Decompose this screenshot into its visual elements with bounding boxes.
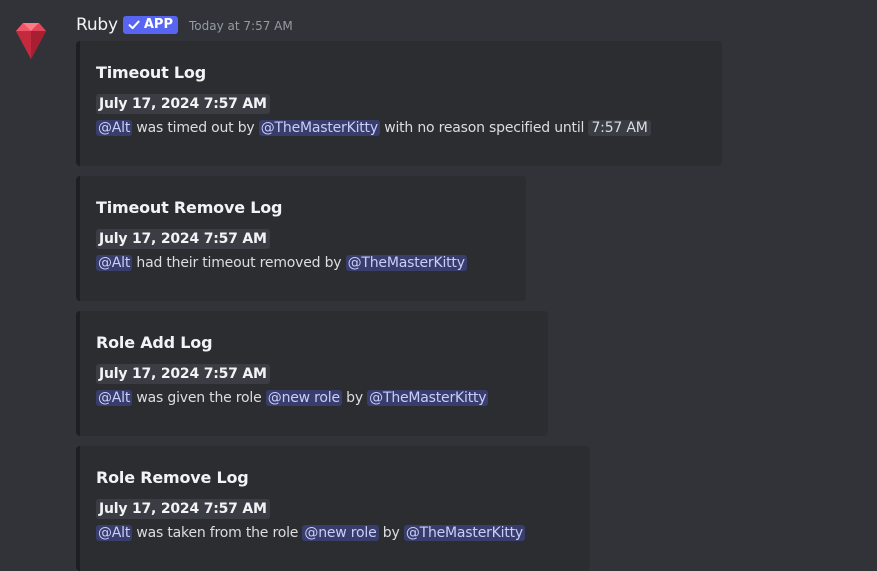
embed-title: Timeout Log xyxy=(96,63,206,82)
app-tag: APP xyxy=(122,16,178,34)
embed-date: July 17, 2024 7:57 AM xyxy=(96,499,270,519)
actor-mention[interactable]: @TheMasterKitty xyxy=(367,390,489,406)
embed-date: July 17, 2024 7:57 AM xyxy=(96,364,270,384)
role-mention[interactable]: @new role xyxy=(265,390,342,406)
embed-title: Timeout Remove Log xyxy=(96,198,283,217)
embed-description: @Alt was given the role @new role by @Th… xyxy=(96,387,532,409)
embed-description: @Alt had their timeout removed by @TheMa… xyxy=(96,252,510,274)
username[interactable]: Ruby xyxy=(76,15,118,35)
embed-date: July 17, 2024 7:57 AM xyxy=(96,229,270,249)
verified-check-icon xyxy=(128,20,140,30)
description-text: was timed out by xyxy=(132,120,259,136)
embed-role-add-log: Role Add Log July 17, 2024 7:57 AM @Alt … xyxy=(76,311,548,436)
description-text: was given the role xyxy=(132,390,266,406)
embed-description: @Alt was timed out by @TheMasterKitty wi… xyxy=(96,117,706,139)
user-mention[interactable]: @Alt xyxy=(96,120,133,136)
timestamp-chip[interactable]: 7:57 AM xyxy=(588,120,651,136)
embed-title: Role Add Log xyxy=(96,333,213,352)
message-header: Ruby APP Today at 7:57 AM xyxy=(76,13,293,37)
description-text: by xyxy=(341,390,368,406)
user-mention[interactable]: @Alt xyxy=(96,525,133,541)
embed-date: July 17, 2024 7:57 AM xyxy=(96,94,270,114)
description-text: was taken from the role xyxy=(132,525,303,541)
actor-mention[interactable]: @TheMasterKitty xyxy=(345,255,467,271)
embed-description: @Alt was taken from the role @new role b… xyxy=(96,522,574,544)
embed-timeout-remove-log: Timeout Remove Log July 17, 2024 7:57 AM… xyxy=(76,176,526,301)
user-mention[interactable]: @Alt xyxy=(96,390,133,406)
embed-title: Role Remove Log xyxy=(96,468,249,487)
description-text: by xyxy=(378,525,404,541)
message-timestamp[interactable]: Today at 7:57 AM xyxy=(189,19,293,33)
actor-mention[interactable]: @TheMasterKitty xyxy=(258,120,380,136)
user-mention[interactable]: @Alt xyxy=(96,255,133,271)
role-mention[interactable]: @new role xyxy=(302,525,379,541)
description-text: with no reason specified until xyxy=(379,120,589,136)
embed-timeout-log: Timeout Log July 17, 2024 7:57 AM @Alt w… xyxy=(76,41,722,166)
description-text: had their timeout removed by xyxy=(132,255,346,271)
actor-mention[interactable]: @TheMasterKitty xyxy=(403,525,525,541)
app-tag-label: APP xyxy=(143,17,173,32)
avatar[interactable] xyxy=(10,20,52,62)
ruby-gem-icon xyxy=(16,23,46,59)
embed-role-remove-log: Role Remove Log July 17, 2024 7:57 AM @A… xyxy=(76,446,590,571)
